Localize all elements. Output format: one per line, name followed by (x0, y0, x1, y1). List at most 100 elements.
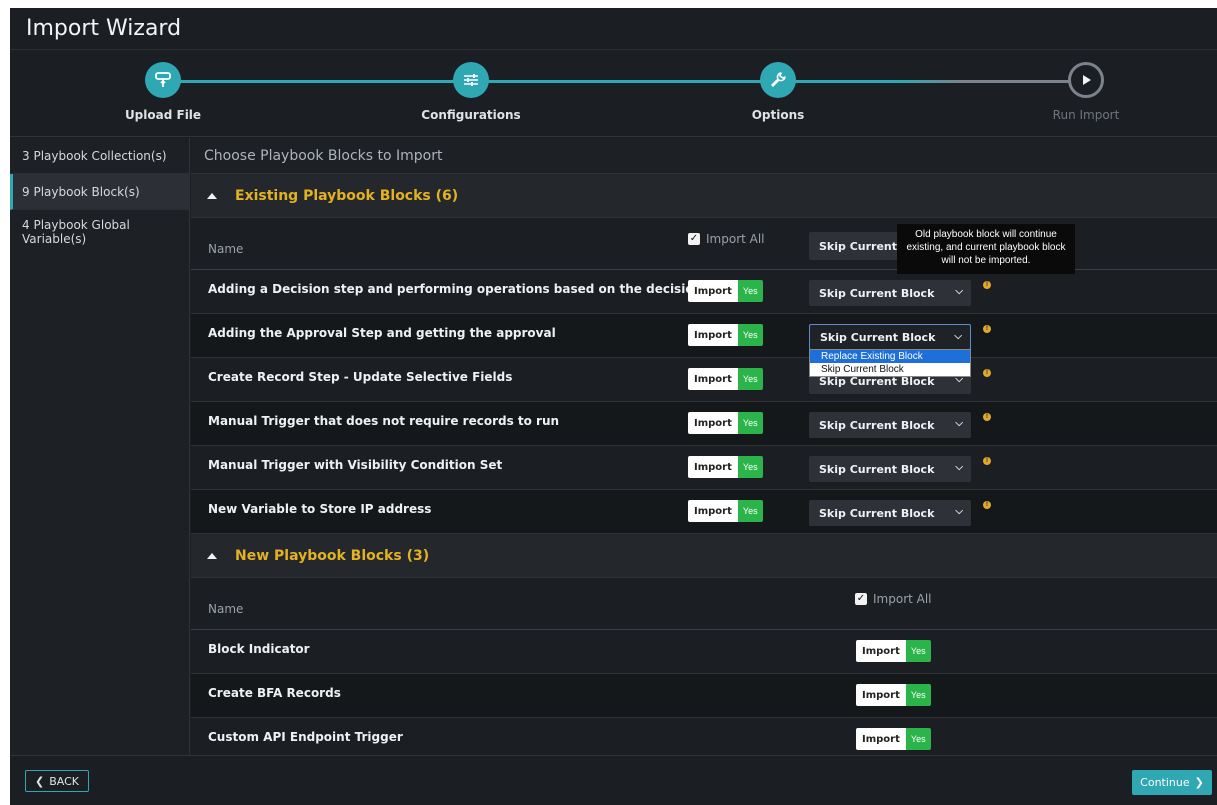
conflict-action-select[interactable]: Skip Current Block ⌵ (809, 412, 971, 438)
select-value: Skip Current Block (820, 330, 936, 344)
sidebar-item-count: 4 (22, 218, 30, 232)
wrench-icon (760, 62, 796, 98)
info-icon[interactable]: ! (983, 369, 991, 377)
block-name: Custom API Endpoint Trigger (208, 730, 403, 744)
step-label: Configurations (421, 108, 521, 122)
conflict-action-select[interactable]: Skip Current Block ⌵ (809, 456, 971, 482)
sidebar-item-playbook-collections[interactable]: 3 Playbook Collection(s) (10, 138, 189, 174)
import-toggle[interactable]: Import Yes (688, 368, 763, 390)
conflict-action-select[interactable]: Skip Current Block ⌵ (809, 500, 971, 526)
step-label: Run Import (1052, 108, 1120, 122)
continue-button[interactable]: Continue ❯ (1132, 770, 1212, 795)
caret-up-icon (207, 552, 217, 559)
select-value: Skip Current Block (819, 506, 935, 520)
footer: ❮ BACK Continue ❯ (10, 755, 1217, 805)
back-label: BACK (49, 774, 79, 788)
toggle-yes-label: Yes (737, 412, 763, 434)
import-toggle[interactable]: Import Yes (856, 728, 931, 750)
sidebar-item-count: 3 (22, 148, 30, 163)
import-all-checkbox[interactable]: ✓ Import All (855, 592, 932, 606)
import-toggle[interactable]: Import Yes (688, 500, 763, 522)
toggle-yes-label: Yes (905, 728, 931, 750)
block-name: Manual Trigger that does not require rec… (208, 414, 560, 428)
toggle-import-label: Import (856, 640, 906, 662)
continue-label: Continue (1140, 776, 1190, 789)
step-connector-3 (778, 80, 1086, 83)
toggle-yes-label: Yes (737, 368, 763, 390)
import-toggle[interactable]: Import Yes (688, 280, 763, 302)
chevron-down-icon: ⌵ (955, 286, 963, 297)
sidebar-item-global-variables[interactable]: 4 Playbook Global Variable(s) (10, 210, 189, 254)
step-connector-1 (163, 80, 471, 83)
upload-hand-icon (145, 62, 181, 98)
name-column-header: Name (208, 242, 244, 256)
caret-up-icon (207, 192, 217, 199)
table-row: Create Record Step - Update Selective Fi… (191, 358, 1217, 402)
conflict-action-select[interactable]: Skip Current Block ⌵ (809, 280, 971, 306)
chevron-down-icon: ⌵ (955, 506, 963, 517)
section-title: Existing Playbook Blocks (6) (235, 187, 459, 204)
step-connector-2 (471, 80, 778, 83)
info-icon[interactable]: ! (983, 413, 991, 421)
name-column-header: Name (208, 602, 244, 616)
table-row: New Variable to Store IP address Import … (191, 490, 1217, 534)
back-button[interactable]: ❮ BACK (25, 770, 89, 792)
checkbox-checked-icon: ✓ (855, 593, 867, 605)
sidebar-item-label: Playbook Block(s) (33, 184, 140, 199)
page-title: Import Wizard (26, 16, 182, 41)
block-name: New Variable to Store IP address (208, 502, 432, 516)
import-toggle[interactable]: Import Yes (688, 412, 763, 434)
new-table-header: Name ✓ Import All (191, 578, 1217, 630)
block-name: Adding a Decision step and performing op… (208, 282, 703, 296)
dropdown-option-replace[interactable]: Replace Existing Block (810, 350, 970, 363)
import-toggle[interactable]: Import Yes (688, 456, 763, 478)
import-all-checkbox[interactable]: ✓ Import All (688, 232, 765, 246)
toggle-yes-label: Yes (905, 684, 931, 706)
chevron-down-icon: ⌵ (955, 462, 963, 473)
conflict-action-select[interactable]: Skip Current Block ⌵ (809, 324, 971, 350)
import-toggle[interactable]: Import Yes (688, 324, 763, 346)
import-toggle[interactable]: Import Yes (856, 684, 931, 706)
import-all-label: Import All (706, 232, 765, 246)
toggle-yes-label: Yes (737, 324, 763, 346)
toggle-import-label: Import (856, 684, 906, 706)
section-title: New Playbook Blocks (3) (235, 547, 430, 564)
chevron-down-icon: ⌵ (954, 331, 962, 342)
info-icon[interactable]: ! (983, 501, 991, 509)
sidebar-item-label: Playbook Collection(s) (33, 148, 167, 163)
table-row: Create BFA Records Import Yes (191, 674, 1217, 718)
toggle-import-label: Import (688, 412, 738, 434)
chevron-down-icon: ⌵ (955, 418, 963, 429)
block-name: Block Indicator (208, 642, 310, 656)
toggle-yes-label: Yes (905, 640, 931, 662)
toggle-yes-label: Yes (737, 500, 763, 522)
step-label: Upload File (124, 108, 202, 122)
existing-blocks-section-toggle[interactable]: Existing Playbook Blocks (6) (191, 174, 1217, 218)
block-name: Create Record Step - Update Selective Fi… (208, 370, 513, 384)
block-name: Create BFA Records (208, 686, 341, 700)
dropdown-option-skip[interactable]: Skip Current Block (810, 363, 970, 376)
chevron-right-icon: ❯ (1194, 776, 1204, 789)
chevron-left-icon: ❮ (35, 774, 45, 788)
info-icon[interactable]: ! (983, 457, 991, 465)
table-row: Block Indicator Import Yes (191, 630, 1217, 674)
table-row: Custom API Endpoint Trigger Import Yes (191, 718, 1217, 755)
table-row: Adding a Decision step and performing op… (191, 270, 1217, 314)
sidebar: 3 Playbook Collection(s) 9 Playbook Bloc… (10, 138, 190, 755)
table-row: Manual Trigger with Visibility Condition… (191, 446, 1217, 490)
sidebar-item-playbook-blocks[interactable]: 9 Playbook Block(s) (10, 174, 189, 210)
info-icon[interactable]: ! (983, 325, 991, 333)
select-value: Skip Current Block (819, 462, 935, 476)
block-name: Manual Trigger with Visibility Condition… (208, 458, 503, 472)
import-toggle[interactable]: Import Yes (856, 640, 931, 662)
new-blocks-section-toggle[interactable]: New Playbook Blocks (3) (191, 534, 1217, 578)
info-icon[interactable]: ! (983, 281, 991, 289)
conflict-action-dropdown-list: Replace Existing Block Skip Current Bloc… (809, 349, 971, 377)
info-tooltip: Old playbook block will continue existin… (897, 224, 1075, 274)
play-icon (1068, 62, 1104, 98)
import-wizard: Import Wizard Upload File Configurations… (10, 8, 1217, 805)
title-bar: Import Wizard (10, 8, 1217, 50)
main-title: Choose Playbook Blocks to Import (191, 138, 1217, 174)
table-row: Manual Trigger that does not require rec… (191, 402, 1217, 446)
toggle-import-label: Import (688, 368, 738, 390)
